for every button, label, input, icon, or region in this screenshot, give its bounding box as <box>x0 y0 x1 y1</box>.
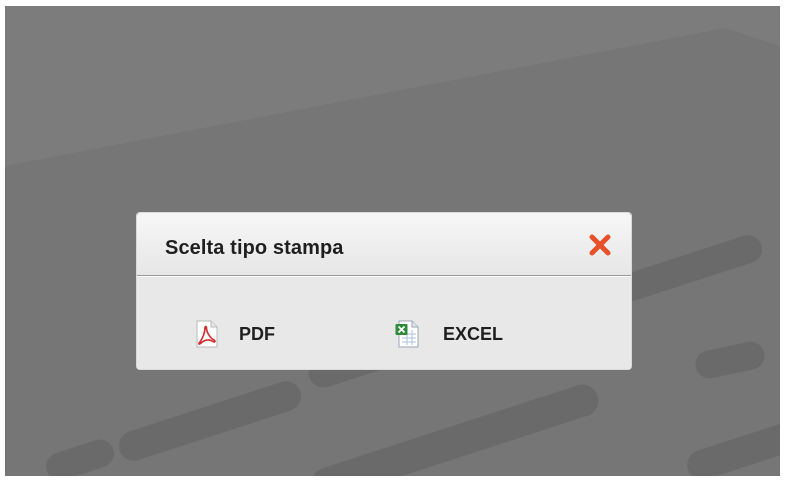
pdf-option-button[interactable]: PDF <box>195 318 275 350</box>
pdf-option-label: PDF <box>239 323 275 344</box>
excel-option-label: EXCEL <box>443 323 504 344</box>
excel-file-icon <box>395 320 419 348</box>
close-icon <box>589 234 611 256</box>
excel-option-button[interactable]: EXCEL <box>395 318 503 350</box>
dialog-header: Scelta tipo stampa <box>137 213 631 276</box>
pdf-file-icon <box>195 320 219 348</box>
dialog-title: Scelta tipo stampa <box>165 237 344 259</box>
close-button[interactable] <box>587 232 613 258</box>
dialog-body: PDF EXCEL <box>137 276 631 369</box>
print-type-dialog: Scelta tipo stampa PDF EXCEL <box>136 212 632 370</box>
